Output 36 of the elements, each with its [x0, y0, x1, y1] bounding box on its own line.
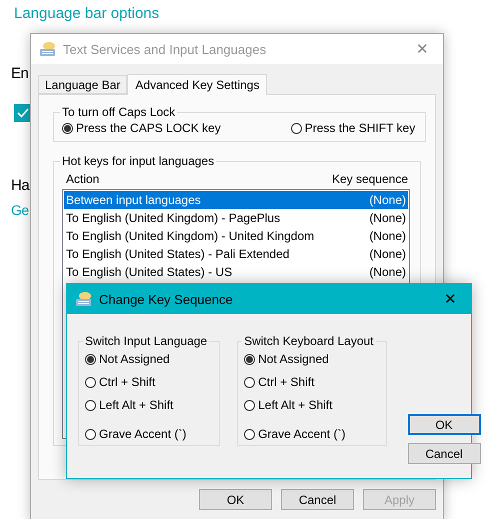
- section-heading: En: [11, 65, 28, 82]
- group-title: Switch Keyboard Layout: [243, 334, 375, 348]
- list-row[interactable]: To English (United States) - US (None): [64, 263, 408, 281]
- section-heading: Ha: [11, 177, 30, 194]
- tab[interactable]: Language Bar: [38, 75, 128, 94]
- radio-option[interactable]: Not Assigned: [85, 352, 210, 366]
- group-title: To turn off Caps Lock: [61, 105, 176, 119]
- title-bar: Change Key Sequence ✕: [67, 284, 471, 314]
- dialog-button[interactable]: OK: [199, 489, 272, 510]
- radio-option[interactable]: Grave Accent (`): [85, 427, 210, 441]
- keyboard-icon: [39, 41, 57, 57]
- list-row[interactable]: To English (United Kingdom) - PagePlus (None): [64, 209, 408, 227]
- close-button[interactable]: ✕: [438, 290, 463, 308]
- list-row[interactable]: To English (United Kingdom) - United Kingdom (None): [64, 227, 408, 245]
- list-row[interactable]: Between input languages (None): [64, 191, 408, 209]
- dialog-button[interactable]: Cancel: [408, 443, 481, 464]
- keyboard-icon: [75, 291, 93, 307]
- radio-option[interactable]: Left Alt + Shift: [85, 398, 210, 412]
- column-header: Action: [66, 172, 100, 186]
- dialog-button[interactable]: Cancel: [281, 489, 354, 510]
- radio-option[interactable]: Not Assigned: [244, 352, 376, 366]
- check-icon: [17, 108, 29, 118]
- tab[interactable]: Advanced Key Settings: [127, 74, 268, 95]
- radio-option[interactable]: Ctrl + Shift: [85, 375, 210, 389]
- dialog-button[interactable]: OK: [408, 414, 481, 435]
- column-header: Key sequence: [332, 172, 408, 186]
- radio-option[interactable]: Ctrl + Shift: [244, 375, 376, 389]
- radio-option[interactable]: Press the CAPS LOCK key: [62, 121, 221, 135]
- group-title: Hot keys for input languages: [61, 154, 216, 168]
- group-title: Switch Input Language: [84, 334, 208, 348]
- title-bar: Text Services and Input Languages ✕: [31, 34, 443, 64]
- radio-option[interactable]: Grave Accent (`): [244, 427, 376, 441]
- radio-option[interactable]: Left Alt + Shift: [244, 398, 376, 412]
- list-row[interactable]: To English (United States) - Pali Extended (None): [64, 245, 408, 263]
- radio-option[interactable]: Press the SHIFT key: [290, 121, 416, 135]
- close-button[interactable]: ✕: [410, 40, 435, 58]
